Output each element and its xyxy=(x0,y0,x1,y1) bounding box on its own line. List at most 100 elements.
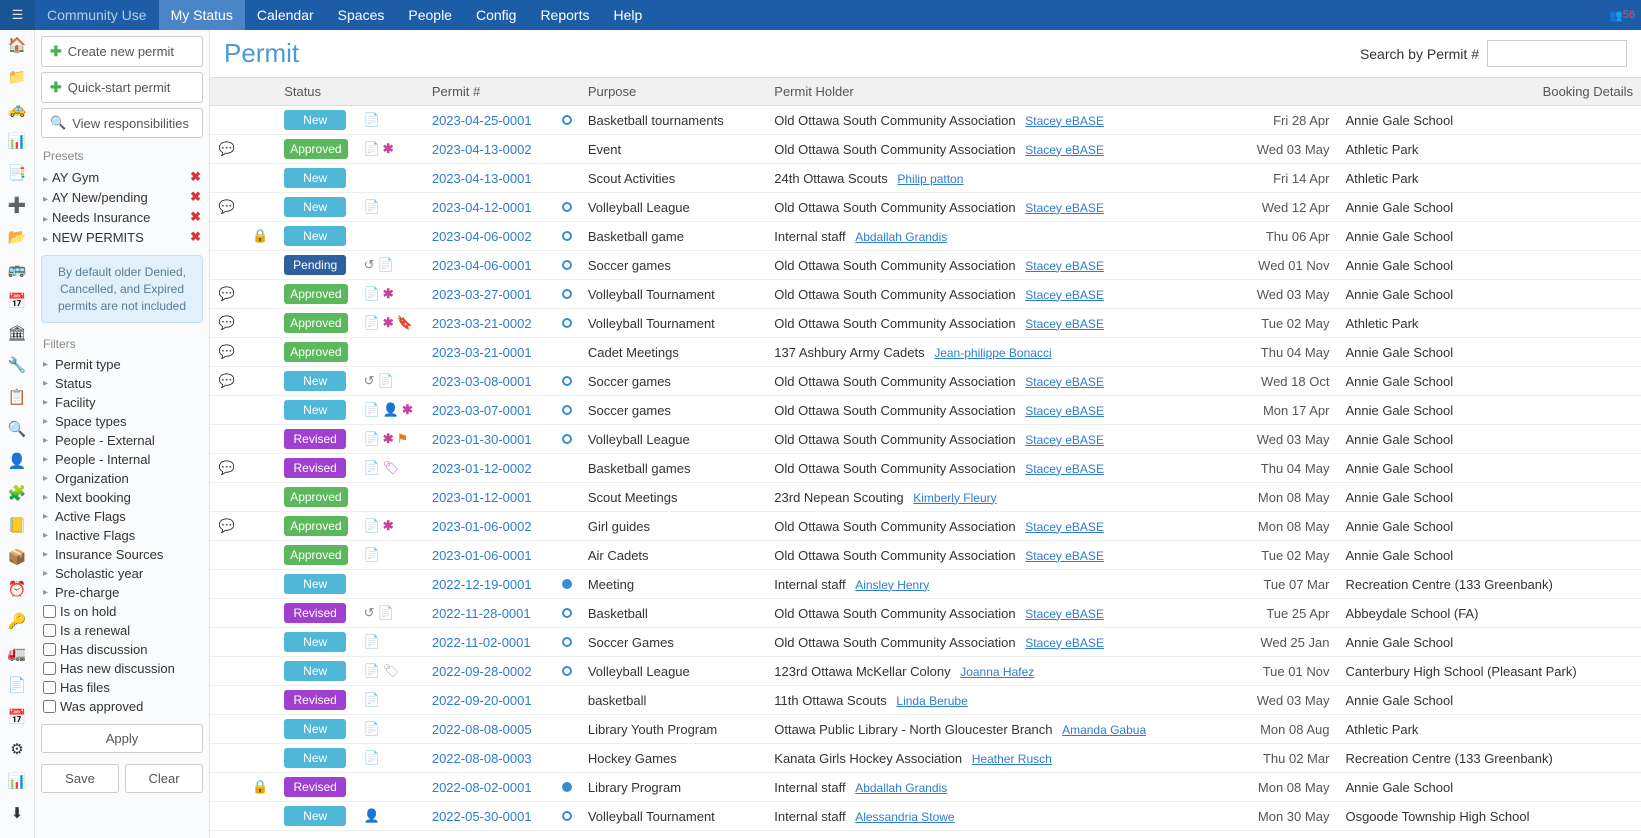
col-status[interactable]: Status xyxy=(276,78,355,106)
rail-icon[interactable]: 🚕 xyxy=(8,100,26,118)
table-row[interactable]: 💬New📄2023-04-12-0001Volleyball LeagueOld… xyxy=(210,193,1641,222)
table-row[interactable]: Approved📄2023-01-06-0001Air CadetsOld Ot… xyxy=(210,541,1641,570)
permit-link[interactable]: 2023-03-21-0001 xyxy=(432,345,532,360)
view-responsibilities-button[interactable]: 🔍View responsibilities xyxy=(41,108,203,138)
permit-link[interactable]: 2022-11-28-0001 xyxy=(432,606,531,621)
permit-link[interactable]: 2023-04-13-0001 xyxy=(432,171,532,186)
table-row[interactable]: Pending↺📄2023-04-06-0001Soccer gamesOld … xyxy=(210,251,1641,280)
permit-link[interactable]: 2023-03-08-0001 xyxy=(432,374,532,389)
hamburger-menu-icon[interactable]: ☰ xyxy=(0,0,35,30)
contact-link[interactable]: Stacey eBASE xyxy=(1025,549,1104,563)
rail-icon[interactable]: 🏠 xyxy=(8,36,26,54)
contact-link[interactable]: Amanda Gabua xyxy=(1062,723,1146,737)
contact-link[interactable]: Alessandria Stowe xyxy=(855,810,954,824)
table-row[interactable]: New📄🏷2022-09-28-0002Volleyball League123… xyxy=(210,657,1641,686)
permit-link[interactable]: 2022-12-19-0001 xyxy=(432,577,532,592)
permit-link[interactable]: 2022-09-20-0001 xyxy=(432,693,532,708)
contact-link[interactable]: Stacey eBASE xyxy=(1025,143,1104,157)
table-row[interactable]: New📄2022-11-02-0001Soccer GamesOld Ottaw… xyxy=(210,628,1641,657)
table-row[interactable]: 💬Revised📄🏷2023-01-12-0002Basketball game… xyxy=(210,454,1641,483)
permit-link[interactable]: 2023-04-12-0001 xyxy=(432,200,532,215)
create-permit-button[interactable]: ✚Create new permit xyxy=(41,36,203,67)
rail-icon[interactable]: 📑 xyxy=(8,164,26,182)
table-row[interactable]: 💬Approved2023-03-21-0001Cadet Meetings13… xyxy=(210,338,1641,367)
table-row[interactable]: 💬Approved📄✱2023-01-06-0002Girl guidesOld… xyxy=(210,512,1641,541)
contact-link[interactable]: Stacey eBASE xyxy=(1025,288,1104,302)
permit-link[interactable]: 2022-08-08-0003 xyxy=(432,751,532,766)
table-row[interactable]: Revised↺📄2022-11-28-0001BasketballOld Ot… xyxy=(210,599,1641,628)
contact-link[interactable]: Stacey eBASE xyxy=(1025,520,1104,534)
permit-link[interactable]: 2022-09-28-0002 xyxy=(432,664,532,679)
permit-link[interactable]: 2023-03-07-0001 xyxy=(432,403,532,418)
filter-scholastic-year[interactable]: ▸Scholastic year xyxy=(41,564,203,583)
table-row[interactable]: New📄👤✱2023-03-07-0001Soccer gamesOld Ott… xyxy=(210,396,1641,425)
rail-icon[interactable]: 📊 xyxy=(8,132,26,150)
contact-link[interactable]: Kimberly Fleury xyxy=(913,491,996,505)
permit-link[interactable]: 2023-04-06-0002 xyxy=(432,229,532,244)
filter-has-discussion[interactable]: Has discussion xyxy=(41,640,203,659)
filter-was-approved[interactable]: Was approved xyxy=(41,697,203,716)
nav-community-use[interactable]: Community Use xyxy=(35,0,159,30)
table-row[interactable]: 🔒Revised2022-08-02-0001Library ProgramIn… xyxy=(210,773,1641,802)
rail-icon[interactable]: 📅 xyxy=(8,292,26,310)
rail-icon[interactable]: 📊 xyxy=(8,772,26,790)
filter-checkbox[interactable] xyxy=(43,700,56,713)
table-row[interactable]: New📄2023-04-25-0001Basketball tournament… xyxy=(210,106,1641,135)
table-row[interactable]: 🔒New2023-04-06-0002Basketball gameIntern… xyxy=(210,222,1641,251)
nav-spaces[interactable]: Spaces xyxy=(326,0,397,30)
permit-link[interactable]: 2022-05-30-0001 xyxy=(432,809,532,824)
filter-people---external[interactable]: ▸People - External xyxy=(41,431,203,450)
contact-link[interactable]: Abdallah Grandis xyxy=(855,230,947,244)
preset-item[interactable]: ▸Needs Insurance✖ xyxy=(41,207,203,227)
rail-icon[interactable]: 🏛 xyxy=(8,324,26,342)
contact-link[interactable]: Stacey eBASE xyxy=(1025,462,1104,476)
permit-link[interactable]: 2023-04-25-0001 xyxy=(432,113,532,128)
preset-item[interactable]: ▸NEW PERMITS✖ xyxy=(41,227,203,247)
table-row[interactable]: Revised📄2022-09-20-0001basketball11th Ot… xyxy=(210,686,1641,715)
table-row[interactable]: New👤2022-05-30-0001Volleyball Tournament… xyxy=(210,802,1641,831)
filter-space-types[interactable]: ▸Space types xyxy=(41,412,203,431)
table-row[interactable]: New2022-12-19-0001MeetingInternal staff … xyxy=(210,570,1641,599)
search-permit-input[interactable] xyxy=(1487,40,1627,67)
table-row[interactable]: New📄2022-08-08-0005Library Youth Program… xyxy=(210,715,1641,744)
rail-icon[interactable]: ⚙ xyxy=(8,740,26,758)
permit-link[interactable]: 2023-01-12-0001 xyxy=(432,490,532,505)
table-row[interactable]: Approved2023-01-12-0001Scout Meetings23r… xyxy=(210,483,1641,512)
filter-status[interactable]: ▸Status xyxy=(41,374,203,393)
permit-link[interactable]: 2023-01-06-0002 xyxy=(432,519,532,534)
contact-link[interactable]: Joanna Hafez xyxy=(960,665,1034,679)
nav-config[interactable]: Config xyxy=(464,0,528,30)
preset-item[interactable]: ▸AY New/pending✖ xyxy=(41,187,203,207)
rail-icon[interactable]: 🔧 xyxy=(8,356,26,374)
contact-link[interactable]: Heather Rusch xyxy=(972,752,1052,766)
contact-link[interactable]: Stacey eBASE xyxy=(1025,259,1104,273)
rail-icon[interactable]: 👤 xyxy=(8,452,26,470)
rail-icon[interactable]: 🚛 xyxy=(8,644,26,662)
rail-icon[interactable]: 🧩 xyxy=(8,484,26,502)
rail-icon[interactable]: 📅 xyxy=(8,708,26,726)
table-row[interactable]: 💬Approved📄✱2023-03-27-0001Volleyball Tou… xyxy=(210,280,1641,309)
permit-link[interactable]: 2023-01-12-0002 xyxy=(432,461,532,476)
contact-link[interactable]: Ainsley Henry xyxy=(855,578,929,592)
filter-checkbox[interactable] xyxy=(43,681,56,694)
contact-link[interactable]: Stacey eBASE xyxy=(1025,433,1104,447)
clear-button[interactable]: Clear xyxy=(125,764,203,793)
contact-link[interactable]: Jean-philippe Bonacci xyxy=(934,346,1051,360)
remove-preset-icon[interactable]: ✖ xyxy=(190,169,201,185)
rail-icon[interactable]: ⬇ xyxy=(8,804,26,822)
filter-active-flags[interactable]: ▸Active Flags xyxy=(41,507,203,526)
rail-icon[interactable]: 📋 xyxy=(8,388,26,406)
contact-link[interactable]: Abdallah Grandis xyxy=(855,781,947,795)
contact-link[interactable]: Stacey eBASE xyxy=(1025,114,1104,128)
contact-link[interactable]: Stacey eBASE xyxy=(1025,636,1104,650)
nav-my-status[interactable]: My Status xyxy=(159,0,245,30)
rail-icon[interactable]: 📁 xyxy=(8,68,26,86)
filter-has-new-discussion[interactable]: Has new discussion xyxy=(41,659,203,678)
filter-checkbox[interactable] xyxy=(43,624,56,637)
col-booking[interactable]: Booking Details xyxy=(1242,78,1641,106)
filter-has-files[interactable]: Has files xyxy=(41,678,203,697)
remove-preset-icon[interactable]: ✖ xyxy=(190,229,201,245)
permit-link[interactable]: 2023-04-06-0001 xyxy=(432,258,532,273)
save-button[interactable]: Save xyxy=(41,764,119,793)
contact-link[interactable]: Stacey eBASE xyxy=(1025,404,1104,418)
